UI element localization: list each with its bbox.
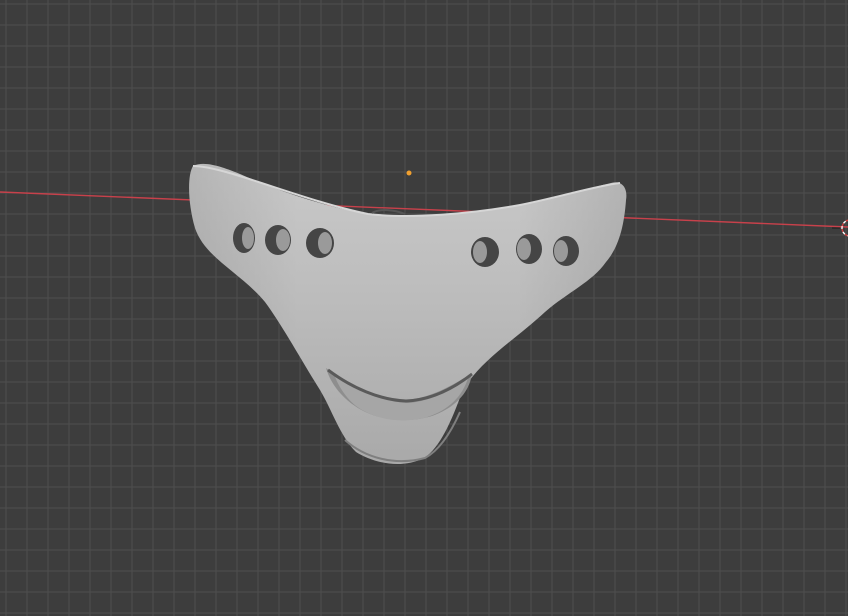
vent-hole-left-2-highlight	[276, 229, 290, 251]
vent-hole-right-1-highlight	[473, 241, 487, 263]
vent-hole-left-3-highlight	[318, 232, 332, 254]
vent-hole-right-3-highlight	[554, 240, 568, 262]
vent-hole-left-1-highlight	[242, 227, 254, 249]
object-origin-point[interactable]	[406, 170, 412, 176]
viewport-scene[interactable]	[0, 0, 848, 616]
3d-viewport[interactable]	[0, 0, 848, 616]
vent-hole-right-2-highlight	[517, 238, 531, 260]
